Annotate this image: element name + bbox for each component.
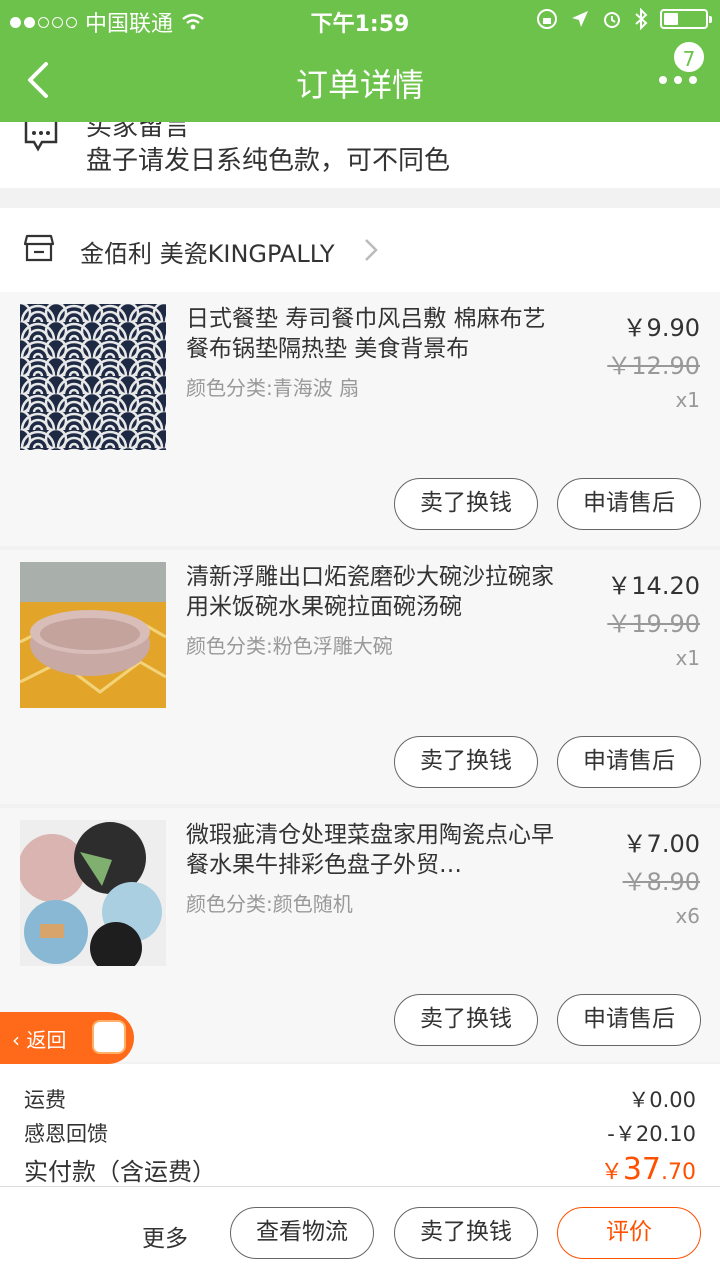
review-button[interactable]: 评价 — [557, 1207, 701, 1259]
page-title: 订单详情 — [295, 66, 424, 104]
floating-back-button[interactable]: ‹ 返回 — [0, 1012, 134, 1064]
chevron-right-icon — [365, 239, 378, 261]
message-text: 盘子请发日系纯色款，可不同色 — [86, 146, 451, 176]
product-original-price: ￥12.90 — [607, 352, 700, 380]
product-price: ￥14.20 — [607, 572, 700, 600]
product-price: ￥9.90 — [622, 314, 700, 342]
shop-name[interactable]: 金佰利 美瓷KINGPALLY — [80, 234, 335, 269]
rotation-lock-icon — [537, 9, 557, 29]
more-link[interactable]: 更多 — [142, 1219, 188, 1253]
after-sales-button[interactable]: 申请售后 — [557, 478, 701, 530]
battery-icon — [660, 9, 712, 29]
product-spec: 颜色分类:青海波 扇 — [186, 376, 360, 400]
product-title[interactable]: 日式餐垫 寿司餐巾风吕敷 棉麻布艺餐布锅垫隔热垫 美食背景布 — [186, 304, 556, 364]
product-quantity: x1 — [675, 646, 700, 670]
view-logistics-button[interactable]: 查看物流 — [230, 1207, 374, 1259]
product-title[interactable]: 清新浮雕出口炻瓷磨砂大碗沙拉碗家用米饭碗水果碗拉面碗汤碗 — [186, 562, 556, 622]
message-icon — [24, 122, 58, 152]
bottom-action-bar: 更多 查看物流 卖了换钱 评价 — [0, 1186, 720, 1280]
product-price: ￥7.00 — [622, 830, 700, 858]
paid-row: 实付款（含运费） ￥37.70 — [24, 1152, 696, 1187]
product-title[interactable]: 微瑕疵清仓处理菜盘家用陶瓷点心早餐水果牛排彩色盘子外贸… — [186, 820, 556, 880]
notification-badge[interactable]: 7 — [672, 40, 706, 74]
rebate-label: 感恩回馈 — [24, 1122, 108, 1146]
shipping-row: 运费 ￥0.00 — [24, 1084, 696, 1114]
product-quantity: x6 — [675, 904, 700, 928]
shop-header[interactable]: 金佰利 美瓷KINGPALLY — [0, 208, 720, 292]
shipping-label: 运费 — [24, 1088, 66, 1112]
product-image[interactable] — [20, 304, 166, 450]
shipping-value: ￥0.00 — [628, 1088, 696, 1112]
product-image[interactable] — [20, 562, 166, 708]
bluetooth-icon — [635, 8, 648, 30]
order-summary: 运费 ￥0.00 感恩回馈 -￥20.10 实付款（含运费） ￥37.70 — [0, 1064, 720, 1187]
mascot-icon — [92, 1020, 126, 1054]
alarm-icon — [604, 12, 620, 28]
product-original-price: ￥19.90 — [607, 610, 700, 638]
order-item[interactable]: 日式餐垫 寿司餐巾风吕敷 棉麻布艺餐布锅垫隔热垫 美食背景布 颜色分类:青海波 … — [0, 292, 720, 546]
product-quantity: x1 — [675, 388, 700, 412]
order-item[interactable]: 清新浮雕出口炻瓷磨砂大碗沙拉碗家用米饭碗水果碗拉面碗汤碗 颜色分类:粉色浮雕大碗… — [0, 550, 720, 804]
rebate-row: 感恩回馈 -￥20.10 — [24, 1118, 696, 1148]
status-icons — [536, 8, 712, 30]
location-icon — [572, 11, 588, 27]
product-original-price: ￥8.90 — [622, 868, 700, 896]
nav-bar: 订单详情 7 — [0, 40, 720, 122]
sell-button[interactable]: 卖了换钱 — [394, 1207, 538, 1259]
paid-label: 实付款（含运费） — [24, 1158, 216, 1186]
paid-value: ￥37.70 — [600, 1152, 696, 1187]
after-sales-button[interactable]: 申请售后 — [557, 736, 701, 788]
rebate-value: -￥20.10 — [607, 1122, 696, 1146]
floating-back-label: ‹ 返回 — [12, 1028, 67, 1052]
shop-icon — [24, 234, 54, 262]
buyer-message-card: 买家留言 盘子请发日系纯色款，可不同色 — [0, 122, 720, 188]
product-image[interactable] — [20, 820, 166, 966]
status-bar: 中国联通 下午1:59 — [0, 0, 720, 40]
product-spec: 颜色分类:颜色随机 — [186, 892, 353, 916]
product-spec: 颜色分类:粉色浮雕大碗 — [186, 634, 393, 658]
sell-button[interactable]: 卖了换钱 — [394, 736, 538, 788]
after-sales-button[interactable]: 申请售后 — [557, 994, 701, 1046]
sell-button[interactable]: 卖了换钱 — [394, 478, 538, 530]
sell-button[interactable]: 卖了换钱 — [394, 994, 538, 1046]
